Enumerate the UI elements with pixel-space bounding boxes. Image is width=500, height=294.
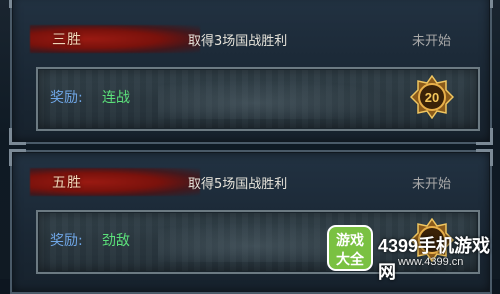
achievement-card-three-wins: 三胜 取得3场国战胜利 未开始 奖励: 连战 20 bbox=[9, 0, 493, 145]
frame-corner bbox=[9, 128, 26, 145]
tier-title: 五胜 bbox=[52, 175, 82, 191]
frame-corner bbox=[476, 149, 493, 166]
reward-label: 奖励: bbox=[50, 90, 83, 106]
frame-corner bbox=[9, 149, 26, 166]
task-description: 取得3场国战胜利 bbox=[188, 34, 288, 49]
panel-wave-decoration bbox=[158, 79, 398, 119]
logo-text-bottom: 大全 bbox=[336, 251, 365, 268]
status-text: 未开始 bbox=[412, 34, 452, 49]
task-description: 取得5场国战胜利 bbox=[188, 177, 288, 192]
achievement-screen: 三胜 取得3场国战胜利 未开始 奖励: 连战 20 五胜 取得5场国战胜利 未开… bbox=[0, 0, 500, 294]
site-logo-icon: 游戏 大全 bbox=[327, 225, 373, 271]
tier-title: 三胜 bbox=[52, 32, 82, 48]
reward-medal-icon[interactable]: 20 bbox=[410, 75, 454, 119]
watermark-url: www.4399.cn bbox=[398, 256, 464, 268]
logo-text-top: 游戏 bbox=[336, 232, 364, 249]
medal-number: 20 bbox=[425, 90, 439, 105]
reward-value: 劲敌 bbox=[102, 233, 130, 249]
frame-corner bbox=[476, 0, 493, 8]
status-text: 未开始 bbox=[412, 177, 452, 192]
frame-corner bbox=[9, 0, 26, 8]
reward-value: 连战 bbox=[102, 90, 130, 106]
reward-panel: 奖励: 连战 20 bbox=[36, 67, 480, 131]
reward-label: 奖励: bbox=[50, 233, 83, 249]
